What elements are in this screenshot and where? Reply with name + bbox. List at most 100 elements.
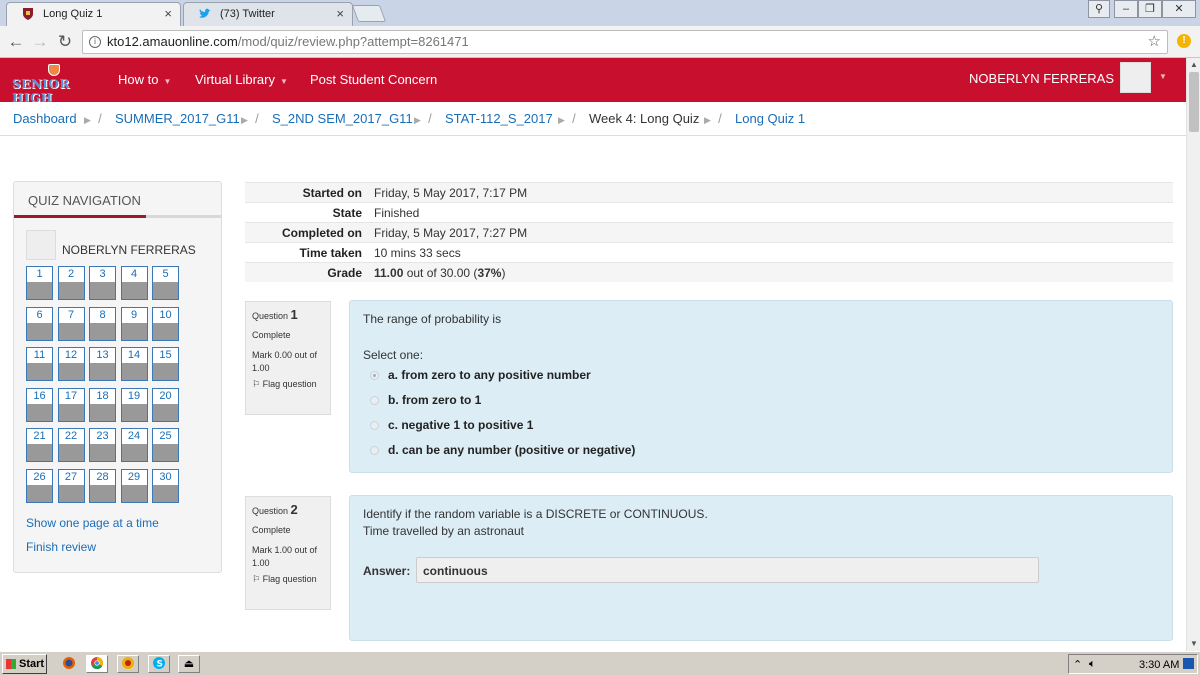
volume-icon[interactable]: 🔈︎	[1089, 658, 1096, 671]
question-number: 2	[290, 502, 298, 517]
start-button[interactable]: Start	[2, 654, 47, 674]
quiz-nav-button[interactable]: 10	[152, 306, 179, 341]
scroll-down-icon[interactable]: ▼	[1187, 637, 1200, 651]
flag-label: Flag question	[262, 379, 317, 389]
quiz-nav-button[interactable]: 3	[89, 266, 116, 300]
answer-option-a[interactable]: a. from zero to any positive number	[370, 368, 591, 382]
quiz-nav-button[interactable]: 15	[152, 347, 179, 381]
back-arrow-icon[interactable]: ←	[6, 32, 26, 52]
usb-icon[interactable]: ⏏	[178, 655, 200, 673]
breadcrumb: Dashboard ▶ / SUMMER_2017_G11 ▶ / S_2ND …	[0, 102, 1186, 136]
question-subtext: Time travelled by an astronaut	[363, 524, 524, 538]
chevron-up-icon[interactable]: ⌃	[1073, 658, 1082, 671]
quiz-nav-number: 21	[33, 430, 46, 442]
quiz-nav-button[interactable]: 23	[89, 428, 116, 462]
quiz-nav-button[interactable]: 24	[120, 428, 148, 462]
answer-field[interactable]: continuous	[416, 557, 1039, 583]
user-avatar[interactable]	[1120, 62, 1151, 93]
answer-option-d[interactable]: d. can be any number (positive or negati…	[370, 443, 635, 457]
quiz-nav-button[interactable]: 6	[26, 306, 53, 341]
new-tab-button[interactable]	[351, 5, 387, 22]
crumb-semester[interactable]: S_2ND SEM_2017_G11	[272, 111, 413, 126]
finish-review-link[interactable]: Finish review	[26, 540, 96, 554]
crumb-course[interactable]: STAT-112_S_2017	[445, 111, 553, 126]
quiz-nav-button[interactable]: 29	[120, 468, 148, 503]
extension-icon[interactable]: !	[1177, 34, 1191, 48]
crumb-quiz[interactable]: Long Quiz 1	[735, 111, 805, 126]
quiz-nav-button[interactable]: 22	[57, 428, 85, 462]
crumb-dashboard[interactable]: Dashboard	[13, 111, 77, 126]
close-window-button[interactable]: ✕	[1162, 0, 1196, 18]
reload-icon[interactable]: ↻	[55, 32, 75, 52]
skype-icon[interactable]: S	[148, 655, 170, 673]
quiz-nav-button[interactable]: 2	[57, 266, 85, 300]
nav-label: Virtual Library	[195, 72, 275, 87]
quiz-nav-button[interactable]: 7	[57, 306, 85, 341]
quiz-nav-button[interactable]: 11	[26, 347, 53, 381]
quiz-nav-button[interactable]: 27	[57, 468, 85, 503]
quiz-nav-button[interactable]: 20	[152, 387, 179, 422]
quiz-nav-button[interactable]: 18	[89, 387, 116, 422]
radio-icon[interactable]	[370, 421, 379, 430]
flag-question[interactable]: ⚐ Flag question	[252, 378, 324, 391]
nav-virtual-library[interactable]: Virtual Library ▼	[195, 72, 288, 87]
senior-high-logo[interactable]: SENIOR HIGH	[12, 64, 98, 105]
tab-close-icon[interactable]: ×	[164, 6, 172, 21]
nav-how-to[interactable]: How to ▼	[118, 72, 171, 87]
quiz-nav-button[interactable]: 25	[152, 428, 179, 462]
quiz-nav-button[interactable]: 17	[57, 387, 85, 422]
firefox-icon[interactable]	[58, 655, 80, 673]
answer-option-c[interactable]: c. negative 1 to positive 1	[370, 418, 533, 432]
quiz-nav-button[interactable]: 19	[120, 387, 148, 422]
quiz-nav-button[interactable]: 12	[57, 347, 85, 381]
tab-close-icon[interactable]: ×	[336, 6, 344, 21]
caret-down-icon[interactable]: ▼	[1159, 72, 1167, 81]
quiz-nav-button[interactable]: 28	[89, 468, 116, 503]
quiz-nav-button[interactable]: 21	[26, 428, 53, 462]
address-bar[interactable]: i kto12.amauonline.com/mod/quiz/review.p…	[82, 30, 1168, 54]
quiz-nav-number: 5	[162, 268, 169, 280]
radio-icon[interactable]	[370, 396, 379, 405]
grade-end: )	[501, 266, 506, 280]
user-profile-icon[interactable]: ⚲	[1088, 0, 1110, 18]
user-menu-name[interactable]: NOBERLYN FERRERAS	[969, 71, 1114, 86]
radio-icon[interactable]	[370, 446, 379, 455]
quiz-nav-button[interactable]: 4	[120, 266, 148, 300]
user-avatar[interactable]	[26, 230, 56, 260]
nav-post-student-concern[interactable]: Post Student Concern	[310, 72, 437, 87]
scroll-thumb[interactable]	[1189, 72, 1199, 132]
bookmark-star-icon[interactable]: ☆	[1148, 31, 1161, 53]
page-scrollbar[interactable]: ▲ ▼	[1186, 58, 1200, 651]
summary-row: State Finished	[245, 202, 1173, 222]
notification-icon[interactable]	[1183, 658, 1194, 669]
quiz-nav-button[interactable]: 1	[26, 266, 53, 300]
radio-selected-icon[interactable]	[370, 371, 379, 380]
quiz-nav-status-fill	[121, 444, 147, 461]
chrome-icon[interactable]	[86, 655, 108, 673]
summary-value: Friday, 5 May 2017, 7:17 PM	[374, 186, 528, 200]
quiz-nav-button[interactable]: 13	[89, 347, 116, 381]
quiz-nav-button[interactable]: 26	[26, 468, 53, 503]
quiz-nav-button[interactable]: 9	[120, 306, 148, 341]
tab-twitter[interactable]: (73) Twitter ×	[183, 2, 353, 26]
quiz-nav-button[interactable]: 16	[26, 387, 53, 422]
windows-flag-icon	[6, 659, 16, 669]
info-icon[interactable]: i	[89, 36, 101, 48]
scroll-up-icon[interactable]: ▲	[1187, 58, 1200, 72]
flag-question[interactable]: ⚐ Flag question	[252, 573, 324, 586]
forward-arrow-icon[interactable]: →	[30, 32, 50, 52]
quiz-nav-number: 22	[64, 430, 78, 442]
quiz-nav-button[interactable]: 14	[120, 347, 148, 381]
quiz-nav-button[interactable]: 5	[152, 266, 179, 300]
crumb-summer[interactable]: SUMMER_2017_G11	[115, 111, 240, 126]
show-one-page-link[interactable]: Show one page at a time	[26, 516, 159, 530]
quiz-nav-button[interactable]: 30	[152, 468, 179, 503]
answer-option-b[interactable]: b. from zero to 1	[370, 393, 481, 407]
clock[interactable]: 3:30 AM	[1139, 659, 1179, 671]
quiz-nav-number: 28	[96, 470, 109, 483]
minimize-button[interactable]: –	[1114, 0, 1138, 18]
browser-icon[interactable]	[117, 655, 139, 673]
tab-long-quiz[interactable]: Long Quiz 1 ×	[6, 2, 181, 26]
restore-button[interactable]: ❐	[1138, 0, 1162, 18]
quiz-nav-button[interactable]: 8	[89, 306, 116, 341]
